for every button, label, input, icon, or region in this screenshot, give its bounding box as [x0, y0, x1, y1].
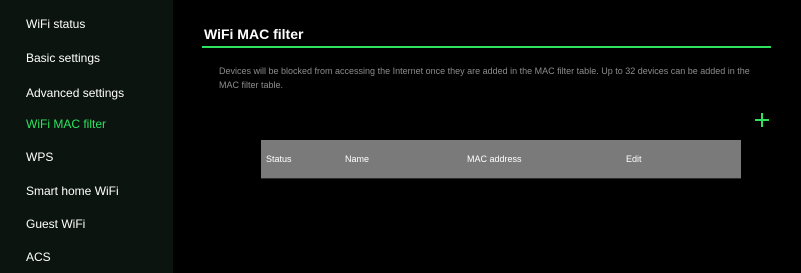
title-divider — [202, 46, 771, 48]
sidebar-item-guest-wifi[interactable]: Guest WiFi — [26, 217, 85, 231]
add-device-button[interactable] — [752, 110, 772, 130]
sidebar-item-advanced-settings[interactable]: Advanced settings — [26, 86, 124, 100]
column-header-edit: Edit — [626, 154, 642, 164]
sidebar: WiFi status Basic settings Advanced sett… — [0, 0, 173, 273]
page: WiFi status Basic settings Advanced sett… — [0, 0, 801, 273]
sidebar-item-wifi-mac-filter[interactable]: WiFi MAC filter — [26, 117, 106, 131]
sidebar-item-basic-settings[interactable]: Basic settings — [26, 51, 100, 65]
sidebar-item-acs[interactable]: ACS — [26, 250, 51, 264]
page-title: WiFi MAC filter — [204, 26, 304, 42]
description-text: Devices will be blocked from accessing t… — [219, 66, 750, 90]
column-header-mac-address: MAC address — [467, 154, 522, 164]
main-content: WiFi MAC filter Devices will be blocked … — [173, 0, 801, 273]
column-header-name: Name — [345, 154, 370, 164]
column-header-status: Status — [266, 154, 292, 164]
sidebar-item-wps[interactable]: WPS — [26, 150, 53, 164]
mac-filter-table-header: Status Name MAC address Edit — [261, 140, 741, 179]
sidebar-item-wifi-status[interactable]: WiFi status — [26, 17, 85, 31]
sidebar-item-smart-home-wifi[interactable]: Smart home WiFi — [26, 184, 119, 198]
